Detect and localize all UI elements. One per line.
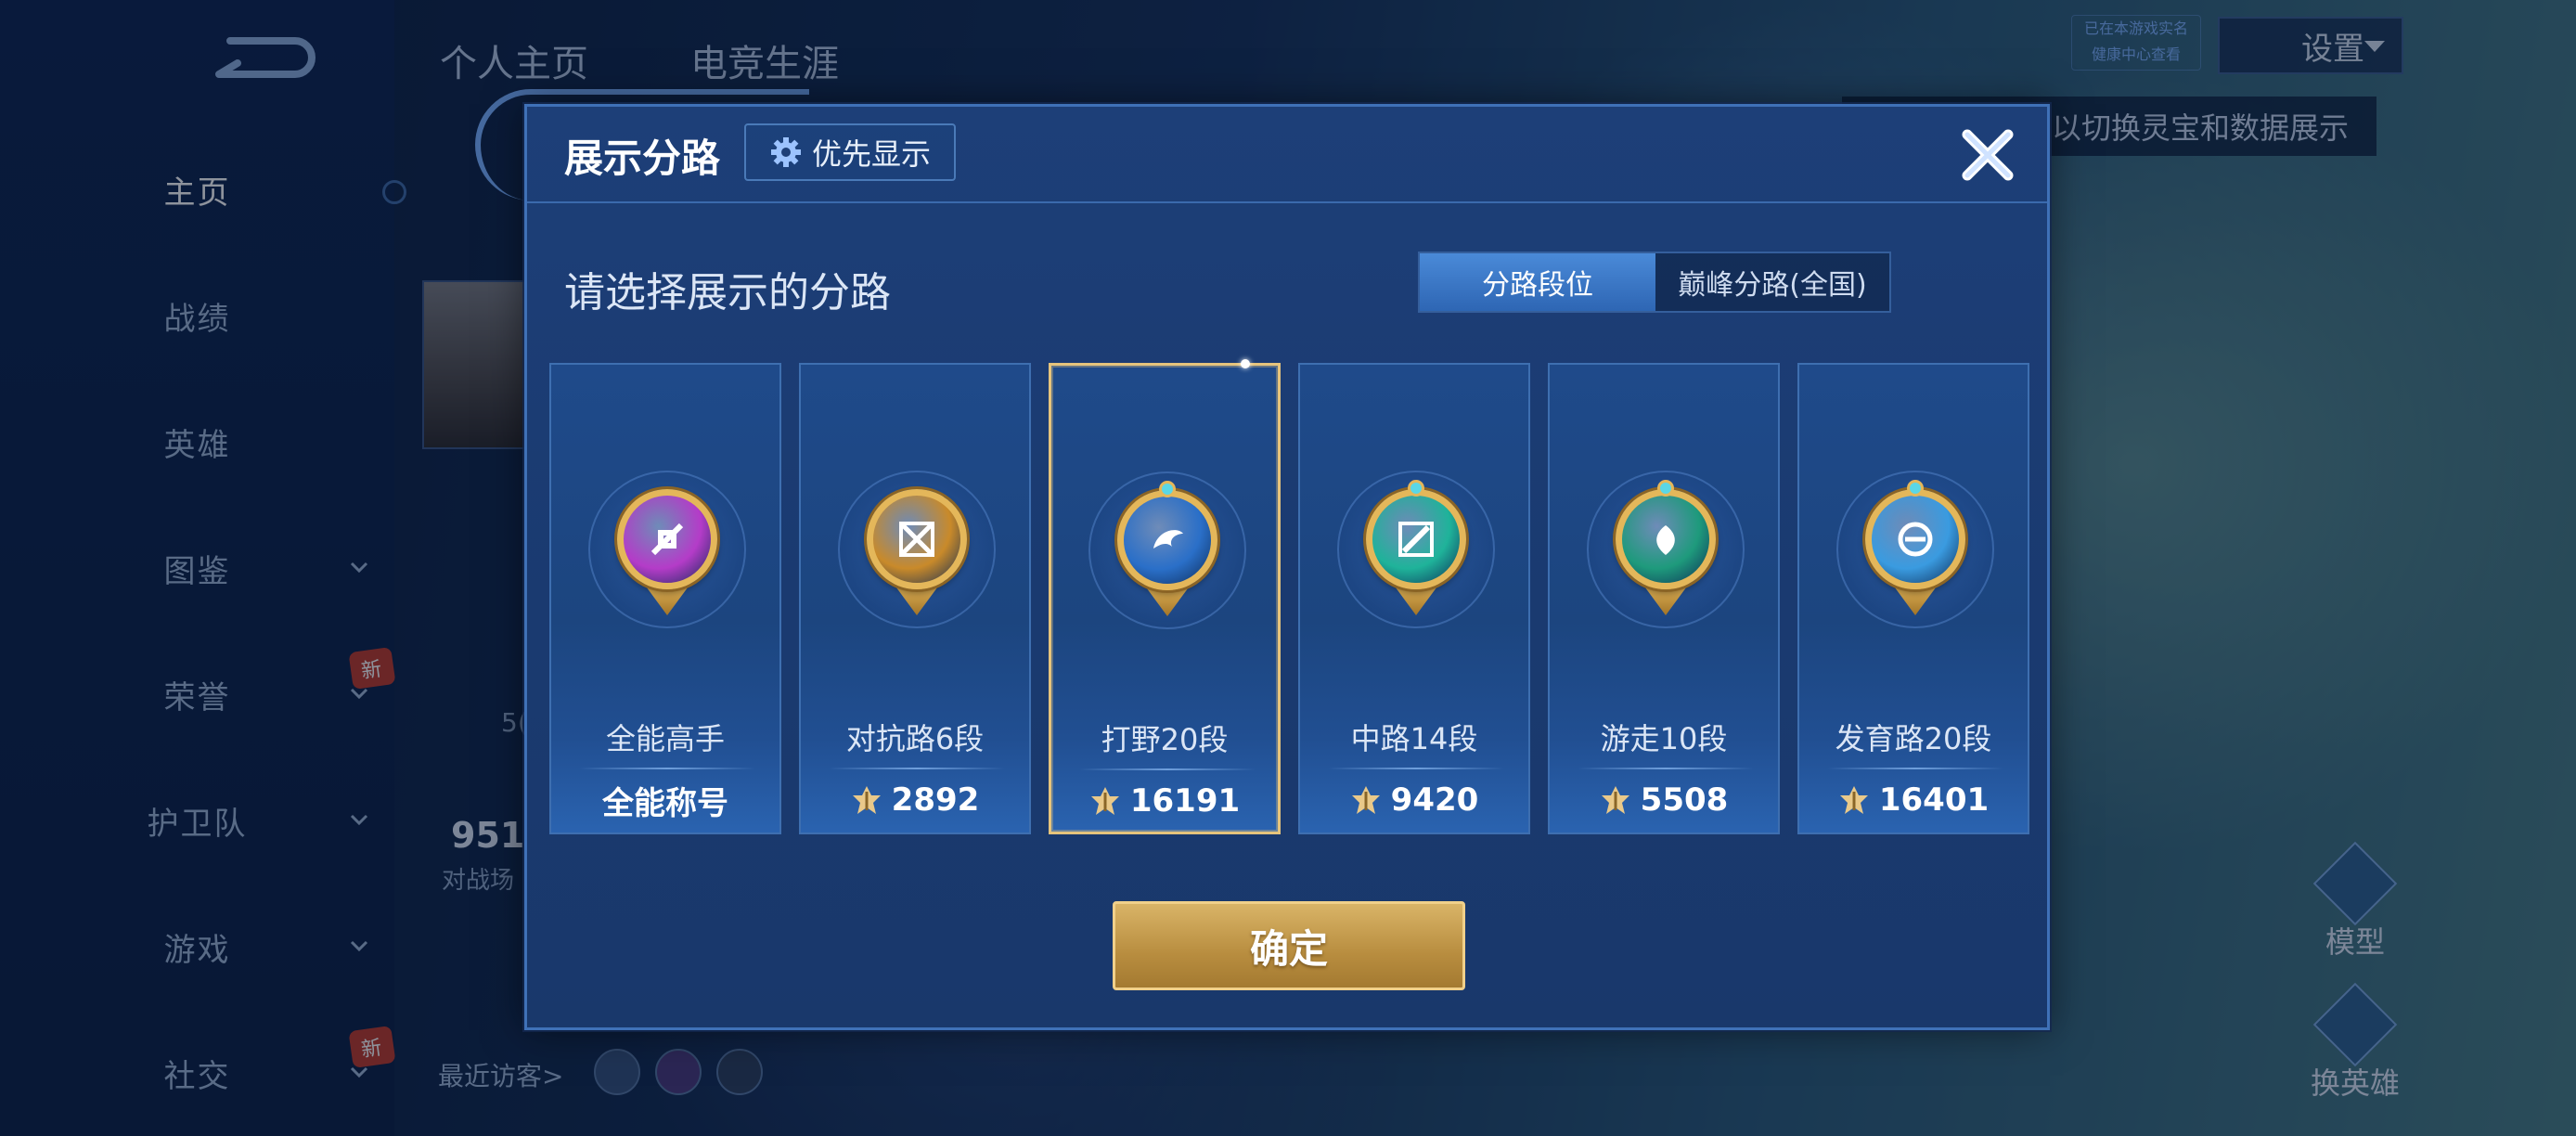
divider: [1328, 768, 1504, 769]
lane-score: 16191: [1051, 778, 1278, 824]
close-icon: [1962, 129, 2014, 181]
priority-display-label: 优先显示: [811, 136, 931, 172]
score-icon: [1601, 786, 1629, 814]
score-icon: [852, 786, 881, 814]
divider: [1079, 768, 1256, 770]
gem-icon: [1657, 480, 1674, 497]
lane-score: 9420: [1300, 777, 1528, 823]
rank-badge: [1836, 471, 1994, 647]
gear-icon: [770, 137, 801, 167]
lane-score-value: 16191: [1129, 782, 1241, 820]
segment-peak-lane[interactable]: 巅峰分路(全国): [1655, 253, 1889, 311]
lane-display-dialog: 展示分路 优先显示 请选择展示的分路 分路段位 巅峰分路(全国) 全能高手 全能…: [524, 104, 2050, 1030]
lane-emblem-icon: [1616, 489, 1716, 589]
lane-score: 16401: [1799, 777, 2028, 823]
lane-score-value: 全能称号: [602, 784, 728, 822]
lane-type-segmented-control: 分路段位 巅峰分路(全国): [1418, 252, 1891, 313]
lane-score-value: 5508: [1640, 781, 1729, 819]
lane-emblem-icon: [1117, 490, 1217, 590]
lane-name: 全能高手: [605, 721, 725, 756]
selection-prompt: 请选择展示的分路: [564, 269, 891, 316]
rank-badge: [1088, 471, 1246, 648]
lane-emblem-icon: [617, 489, 717, 589]
lane-emblem-icon: [867, 489, 967, 589]
lane-cards: 全能高手 全能称号 对抗路6段 2892 打野20段 16191 中路14段 9420 游走10…: [549, 359, 2030, 834]
divider: [579, 768, 755, 769]
lane-name: 中路14段: [1350, 721, 1478, 756]
lane-name: 发育路20段: [1835, 721, 1992, 756]
confirm-button[interactable]: 确定: [1113, 901, 1465, 990]
lane-emblem-icon: [1865, 489, 1965, 589]
lane-score: 5508: [1550, 777, 1778, 823]
rank-badge: [1337, 471, 1495, 647]
segment-lane-rank[interactable]: 分路段位: [1420, 253, 1655, 311]
rank-badge: [838, 471, 996, 647]
divider: [1827, 768, 2003, 769]
lane-card[interactable]: 对抗路6段 2892: [799, 363, 1031, 834]
gem-icon: [1408, 480, 1424, 497]
gem-icon: [1907, 480, 1924, 497]
lane-card[interactable]: 全能高手 全能称号: [549, 363, 781, 834]
lane-score-value: 2892: [891, 781, 980, 819]
rank-badge: [1587, 471, 1745, 647]
divider: [1578, 768, 1754, 769]
rank-badge: [588, 471, 746, 647]
modal-header: 展示分路 优先显示: [527, 107, 2047, 203]
divider: [829, 768, 1005, 769]
close-button[interactable]: [1954, 122, 2021, 188]
lane-name: 打野20段: [1101, 722, 1229, 757]
priority-display-button[interactable]: 优先显示: [744, 123, 956, 181]
lane-card[interactable]: 发育路20段 16401: [1797, 363, 2029, 834]
lane-name: 对抗路6段: [845, 721, 985, 756]
score-icon: [1090, 787, 1119, 815]
gem-icon: [1159, 481, 1176, 497]
lane-emblem-icon: [1366, 489, 1466, 589]
score-icon: [1351, 786, 1380, 814]
lane-score: 2892: [801, 777, 1029, 823]
lane-score-value: 16401: [1878, 781, 1990, 819]
modal-title: 展示分路: [564, 136, 721, 181]
lane-card[interactable]: 游走10段 5508: [1548, 363, 1780, 834]
lane-card[interactable]: 打野20段 16191: [1049, 359, 1281, 834]
lane-name: 游走10段: [1600, 721, 1728, 756]
score-icon: [1839, 786, 1868, 814]
lane-score-value: 9420: [1390, 781, 1479, 819]
lane-score: 全能称号: [551, 777, 779, 823]
lane-card[interactable]: 中路14段 9420: [1298, 363, 1530, 834]
